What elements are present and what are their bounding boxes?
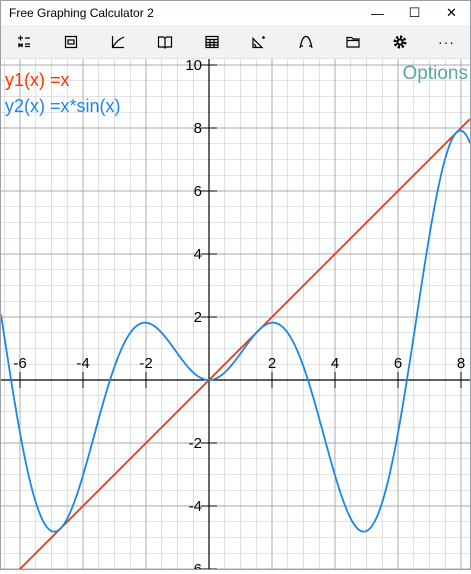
x-tick-label: -4 xyxy=(76,355,89,372)
table-icon xyxy=(205,35,219,48)
curve-button[interactable] xyxy=(282,25,329,58)
y-tick-label: 8 xyxy=(194,120,202,137)
calculator-button[interactable] xyxy=(1,25,48,58)
y-tick-label: -4 xyxy=(189,498,202,515)
function-label-y2[interactable]: y2(x) =x*sin(x) xyxy=(5,95,121,117)
minimize-button[interactable]: — xyxy=(359,1,396,25)
function-label-y1[interactable]: y1(x) =x xyxy=(5,69,70,91)
toolbar: ··· xyxy=(1,25,470,59)
maximize-button[interactable]: ☐ xyxy=(396,1,433,25)
display-button[interactable] xyxy=(48,25,95,58)
book-button[interactable] xyxy=(142,25,189,58)
more-icon: ··· xyxy=(437,33,455,50)
curve-y1 xyxy=(13,118,471,574)
graph-axes-icon xyxy=(112,35,125,48)
settings-button[interactable] xyxy=(376,25,423,58)
curve-icon xyxy=(299,35,313,48)
graph-canvas[interactable]: -6 -4 -2 2 4 6 8 10 8 6 4 2 -2 -4 -6 xyxy=(0,57,471,574)
y-tick-label: -2 xyxy=(189,435,202,452)
more-button[interactable]: ··· xyxy=(423,25,470,58)
x-tick-label: -6 xyxy=(13,355,26,372)
folder-icon xyxy=(346,36,360,48)
x-tick-label: 4 xyxy=(331,355,339,372)
folder-button[interactable] xyxy=(329,25,376,58)
close-button[interactable]: ✕ xyxy=(433,1,470,25)
table-button[interactable] xyxy=(189,25,236,58)
graph-area[interactable]: -6 -4 -2 2 4 6 8 10 8 6 4 2 -2 -4 -6 y1(x) =x y2(x) =x… xyxy=(0,57,471,574)
options-button[interactable]: Options xyxy=(403,63,468,85)
window-title: Free Graphing Calculator 2 xyxy=(9,6,154,20)
book-icon xyxy=(158,35,173,49)
y-tick-label: 4 xyxy=(194,246,202,263)
gear-icon xyxy=(393,35,407,48)
y-tick-label: -6 xyxy=(189,561,202,569)
title-bar: Free Graphing Calculator 2 — ☐ ✕ xyxy=(1,1,470,25)
y-tick-label: 6 xyxy=(194,183,202,200)
x-tick-label: -2 xyxy=(139,355,152,372)
y-tick-label: 2 xyxy=(194,309,202,326)
display-icon xyxy=(65,35,78,48)
y-tick-label: 10 xyxy=(185,59,202,74)
x-tick-label: 8 xyxy=(457,355,465,372)
geometry-button[interactable] xyxy=(235,25,282,58)
calculator-icon xyxy=(18,35,31,47)
x-tick-label: 2 xyxy=(268,355,276,372)
geometry-icon xyxy=(252,35,265,48)
x-tick-label: 6 xyxy=(394,355,402,372)
graph-button[interactable] xyxy=(95,25,142,58)
